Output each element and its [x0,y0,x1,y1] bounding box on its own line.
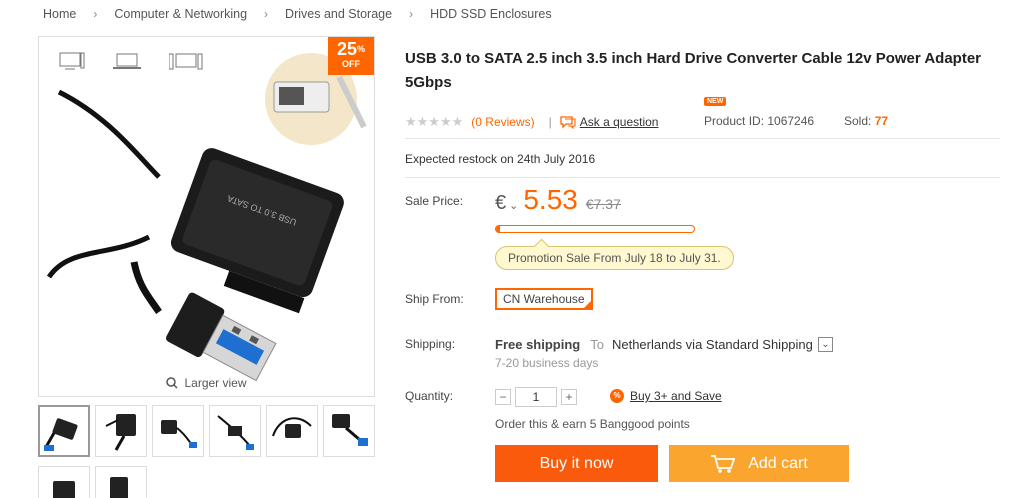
currency-selector[interactable]: € [495,192,506,215]
free-shipping: Free shipping [495,337,581,352]
buy-now-button[interactable]: Buy it now [495,445,658,482]
cart-icon [711,454,736,473]
reviews-link[interactable]: (0 Reviews) [471,115,534,129]
divider [405,138,1000,139]
thumbnail-7[interactable] [38,466,90,498]
thumbnail-image [110,477,128,498]
thumbnail-4[interactable] [209,405,261,457]
warehouse-option[interactable]: CN Warehouse [495,288,593,310]
banggood-points: Order this & earn 5 Banggood points [495,417,690,431]
product-main-image[interactable]: USB 3.0 TO SATA 25% OFF Larger view [38,36,375,397]
buy3-save: % Buy 3+ and Save [610,389,722,403]
thumbnail-image [272,417,312,438]
progress-fill [496,226,500,232]
sale-price: 5.53 [523,184,578,215]
thumbnail-image [332,414,368,446]
thumbnail-image [44,418,78,451]
price-row: € ⌄ 5.53 €7.37 [495,184,621,216]
divider-pipe: | [548,115,552,129]
thumbnail-8[interactable] [95,466,147,498]
thumbnail-6[interactable] [323,405,375,457]
quantity-stepper: − 1 + [495,387,577,407]
restock-notice: Expected restock on 24th July 2016 [405,152,596,166]
reviews-row: ★★★★★ (0 Reviews) | Ask a question [405,114,658,130]
new-badge: NEW [704,97,727,106]
quantity-minus-button[interactable]: − [495,389,511,405]
laptop-icon [113,53,141,69]
discount-percent: 25 [336,39,357,59]
breadcrumb-computer-networking[interactable]: Computer & Networking [114,7,247,21]
thumbnail-image [53,481,75,498]
quantity-input[interactable]: 1 [515,387,557,407]
shipping-to: To [590,337,604,352]
chevron-right-icon: › [264,7,269,21]
product-id: Product ID: 1067246 [704,114,815,128]
larger-view-label: Larger view [184,376,247,390]
discount-percent-sign: % [357,44,366,54]
device-icons [59,51,203,71]
divider [405,177,1000,178]
discount-off-label: OFF [342,59,360,69]
dual-monitor-icon [169,53,203,70]
thumbnail-5[interactable] [266,405,318,457]
shipping-row: Free shipping To Netherlands via Standar… [495,337,833,352]
thumbnail-image [217,415,254,450]
ask-question-link[interactable]: Ask a question [580,115,659,129]
quantity-label: Quantity: [405,389,454,403]
thumbnail-1[interactable] [38,405,90,457]
rating-stars: ★★★★★ [405,114,464,129]
thumbnail-image [161,420,197,448]
discount-badge: 25% OFF [328,37,374,75]
chevron-down-icon[interactable]: ⌄ [817,337,833,352]
sold-value: 77 [874,114,889,128]
product-image-cable: USB 3.0 TO SATA [46,53,367,382]
shipping-label: Shipping: [405,337,456,351]
chevron-right-icon: › [409,7,414,21]
quantity-plus-button[interactable]: + [561,389,577,405]
shipping-destination[interactable]: Netherlands via Standard Shipping [612,337,813,352]
product-title: USB 3.0 to SATA 2.5 inch 3.5 inch Hard D… [405,50,982,91]
original-price: €7.37 [585,196,621,212]
thumbnail-3[interactable] [152,405,204,457]
thumbnail-2[interactable] [95,405,147,457]
ship-from-label: Ship From: [405,292,464,306]
chat-bubble-icon [560,116,576,129]
add-cart-label: Add cart [748,455,808,472]
delivery-days: 7-20 business days [495,356,599,370]
chevron-right-icon: › [93,7,98,21]
promotion-notice: Promotion Sale From July 18 to July 31. [495,246,734,270]
magnifier-icon [166,377,179,389]
add-cart-button[interactable]: Add cart [669,445,849,482]
breadcrumb-drives-storage[interactable]: Drives and Storage [285,7,392,21]
breadcrumb-home[interactable]: Home [43,7,76,21]
larger-view-link[interactable]: Larger view [39,376,374,390]
breadcrumb-hdd-enclosures[interactable]: HDD SSD Enclosures [430,7,552,21]
chevron-down-icon[interactable]: ⌄ [509,199,518,212]
sale-price-label: Sale Price: [405,194,464,208]
breadcrumb: Home › Computer & Networking › Drives an… [43,7,552,21]
promotion-progress-bar [495,225,695,233]
thumbnail-image [105,414,136,451]
percent-tag-icon: % [610,389,624,403]
buy3-save-link[interactable]: Buy 3+ and Save [630,389,722,403]
desktop-monitor-icon [59,52,85,70]
sold-count: Sold: 77 [844,114,888,128]
sold-label: Sold: [844,114,872,128]
